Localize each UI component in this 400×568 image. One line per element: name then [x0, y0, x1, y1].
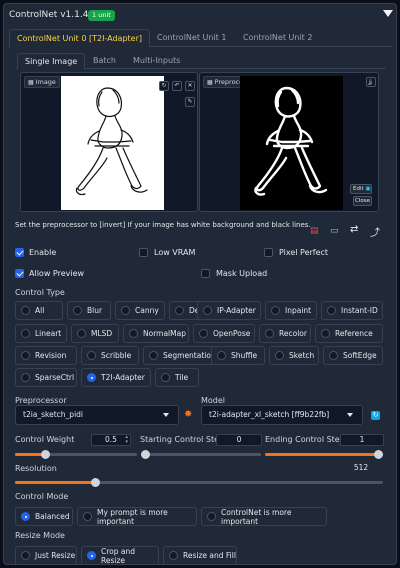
control-type-scribble[interactable]: Scribble — [81, 346, 139, 365]
control-type-normalmap[interactable]: NormalMap — [123, 324, 189, 343]
resize-mode-just-resize[interactable]: Just Resize — [15, 546, 77, 565]
preview-download-icon[interactable]: ⤓ — [368, 78, 372, 88]
mask-upload-label: Mask Upload — [216, 269, 268, 278]
enable-checkbox[interactable] — [15, 248, 24, 257]
low-vram-checkbox[interactable] — [139, 248, 148, 257]
control-type-shuffle[interactable]: Shuffle — [211, 346, 265, 365]
input-sketch-image — [61, 76, 164, 210]
image-label: ▦ Image — [24, 76, 60, 88]
end-step-input[interactable]: 1 — [340, 434, 384, 446]
resolution-input[interactable]: 512 — [337, 463, 385, 475]
control-type-t2i-adapter[interactable]: T2I-Adapter — [81, 368, 151, 387]
tab-unit-0[interactable]: ControlNet Unit 0 [T2I-Adapter] — [9, 29, 150, 47]
preprocessor-preview-panel: ▦ Preprocessor Preview ⤓ Edit ▣ Close — [199, 72, 379, 212]
control-mode-label: Control Mode — [15, 492, 69, 501]
tab-single-image[interactable]: Single Image — [17, 53, 86, 69]
send-dimensions-icon[interactable]: ⤴ — [370, 224, 380, 239]
control-type-segmentation[interactable]: Segmentation — [143, 346, 217, 365]
image-input-panel[interactable]: ▦ Image ↻ ↶ ✕ ✎ — [20, 72, 198, 212]
run-preprocessor-icon[interactable]: ✸ — [184, 409, 192, 420]
chevron-down-icon — [347, 413, 353, 417]
resize-mode-resize-and-fill[interactable]: Resize and Fill — [163, 546, 237, 565]
brush-icon[interactable]: ✎ — [185, 97, 195, 107]
control-mode-controlnet-important[interactable]: ControlNet is more important — [201, 507, 327, 526]
allow-preview-checkbox[interactable] — [15, 269, 24, 278]
control-type-lineart[interactable]: Lineart — [15, 324, 67, 343]
open-new-canvas-icon[interactable]: ▤ — [310, 226, 319, 236]
refresh-models-icon[interactable]: ↻ — [371, 411, 380, 420]
rotate-icon[interactable]: ↻ — [159, 81, 169, 91]
resolution-label: Resolution — [15, 464, 57, 473]
edit-button[interactable]: Edit ▣ — [350, 184, 372, 194]
resize-mode-label: Resize Mode — [15, 531, 65, 540]
sketch-figure-icon — [75, 87, 148, 196]
units-badge: 1 unit — [88, 10, 115, 21]
tab-batch[interactable]: Batch — [86, 53, 123, 69]
end-step-label: Ending Control Step — [265, 435, 345, 444]
control-type-revision[interactable]: Revision — [15, 346, 77, 365]
slider-handle[interactable] — [141, 450, 150, 459]
stepper-icon[interactable]: ▴ ▾ — [125, 435, 128, 445]
control-weight-label: Control Weight — [15, 435, 75, 444]
chevron-down-icon — [163, 413, 169, 417]
slider-fill — [15, 481, 96, 484]
slider-handle[interactable] — [374, 450, 383, 459]
model-select[interactable]: t2i-adapter_xl_sketch [ff9b22fb] — [201, 405, 363, 425]
webcam-icon[interactable]: ▭ — [330, 226, 339, 236]
preprocessor-label: Preprocessor — [15, 396, 67, 405]
mask-upload-checkbox[interactable] — [201, 269, 210, 278]
enable-label: Enable — [29, 248, 57, 257]
control-type-softedge[interactable]: SoftEdge — [323, 346, 383, 365]
collapse-caret-icon[interactable] — [383, 10, 393, 17]
control-mode-balanced[interactable]: Balanced — [15, 507, 73, 526]
control-type-sketch[interactable]: Sketch — [269, 346, 319, 365]
preprocessor-select[interactable]: t2ia_sketch_pidi — [15, 405, 179, 425]
preview-image — [240, 76, 343, 210]
panel-title[interactable]: ControlNet v1.1.444 — [9, 10, 100, 20]
pixel-perfect-label: Pixel Perfect — [279, 248, 329, 257]
resize-mode-crop-and-resize[interactable]: Crop and Resize — [81, 546, 159, 565]
control-type-ip-adapter[interactable]: IP-Adapter — [197, 301, 261, 320]
start-step-label: Starting Control Step — [140, 435, 225, 444]
control-type-label: Control Type — [15, 288, 65, 297]
pixel-perfect-checkbox[interactable] — [264, 248, 273, 257]
slider-handle[interactable] — [41, 450, 50, 459]
control-type-all[interactable]: All — [15, 301, 63, 320]
end-step-slider[interactable] — [265, 450, 383, 459]
tab-unit-2[interactable]: ControlNet Unit 2 — [236, 29, 319, 47]
mirror-icon[interactable]: ⇄ — [350, 224, 358, 235]
control-weight-slider[interactable] — [15, 450, 137, 459]
clear-icon[interactable]: ✕ — [185, 81, 195, 91]
tab-multi-inputs[interactable]: Multi-Inputs — [126, 53, 187, 69]
start-step-slider[interactable] — [141, 450, 261, 459]
control-type-openpose[interactable]: OpenPose — [193, 324, 255, 343]
invert-hint: Set the preprocessor to [invert] If your… — [15, 221, 311, 229]
tab-unit-1[interactable]: ControlNet Unit 1 — [150, 29, 233, 47]
control-type-mlsd[interactable]: MLSD — [71, 324, 119, 343]
undo-icon[interactable]: ↶ — [172, 81, 182, 91]
slider-fill — [265, 453, 383, 456]
control-weight-input[interactable]: 0.5 ▴ ▾ — [91, 434, 131, 446]
control-mode-prompt-important[interactable]: My prompt is more important — [77, 507, 197, 526]
start-step-input[interactable]: 0 — [216, 434, 262, 446]
control-type-instant-id[interactable]: Instant-ID — [321, 301, 383, 320]
control-type-inpaint[interactable]: Inpaint — [265, 301, 317, 320]
model-label: Model — [201, 396, 226, 405]
control-type-sparsectrl[interactable]: SparseCtrl — [15, 368, 77, 387]
control-type-canny[interactable]: Canny — [115, 301, 165, 320]
control-type-radio-group: All Blur Canny Depth IP-Adapter Inpaint … — [15, 300, 385, 392]
control-type-reference[interactable]: Reference — [315, 324, 383, 343]
resolution-slider[interactable] — [15, 478, 383, 487]
sketch-preview-icon — [254, 86, 328, 196]
close-button[interactable]: Close — [353, 196, 372, 206]
allow-preview-label: Allow Preview — [29, 269, 85, 278]
low-vram-label: Low VRAM — [154, 248, 196, 257]
control-type-recolor[interactable]: Recolor — [259, 324, 311, 343]
control-type-tile[interactable]: Tile — [155, 368, 199, 387]
control-type-blur[interactable]: Blur — [67, 301, 111, 320]
